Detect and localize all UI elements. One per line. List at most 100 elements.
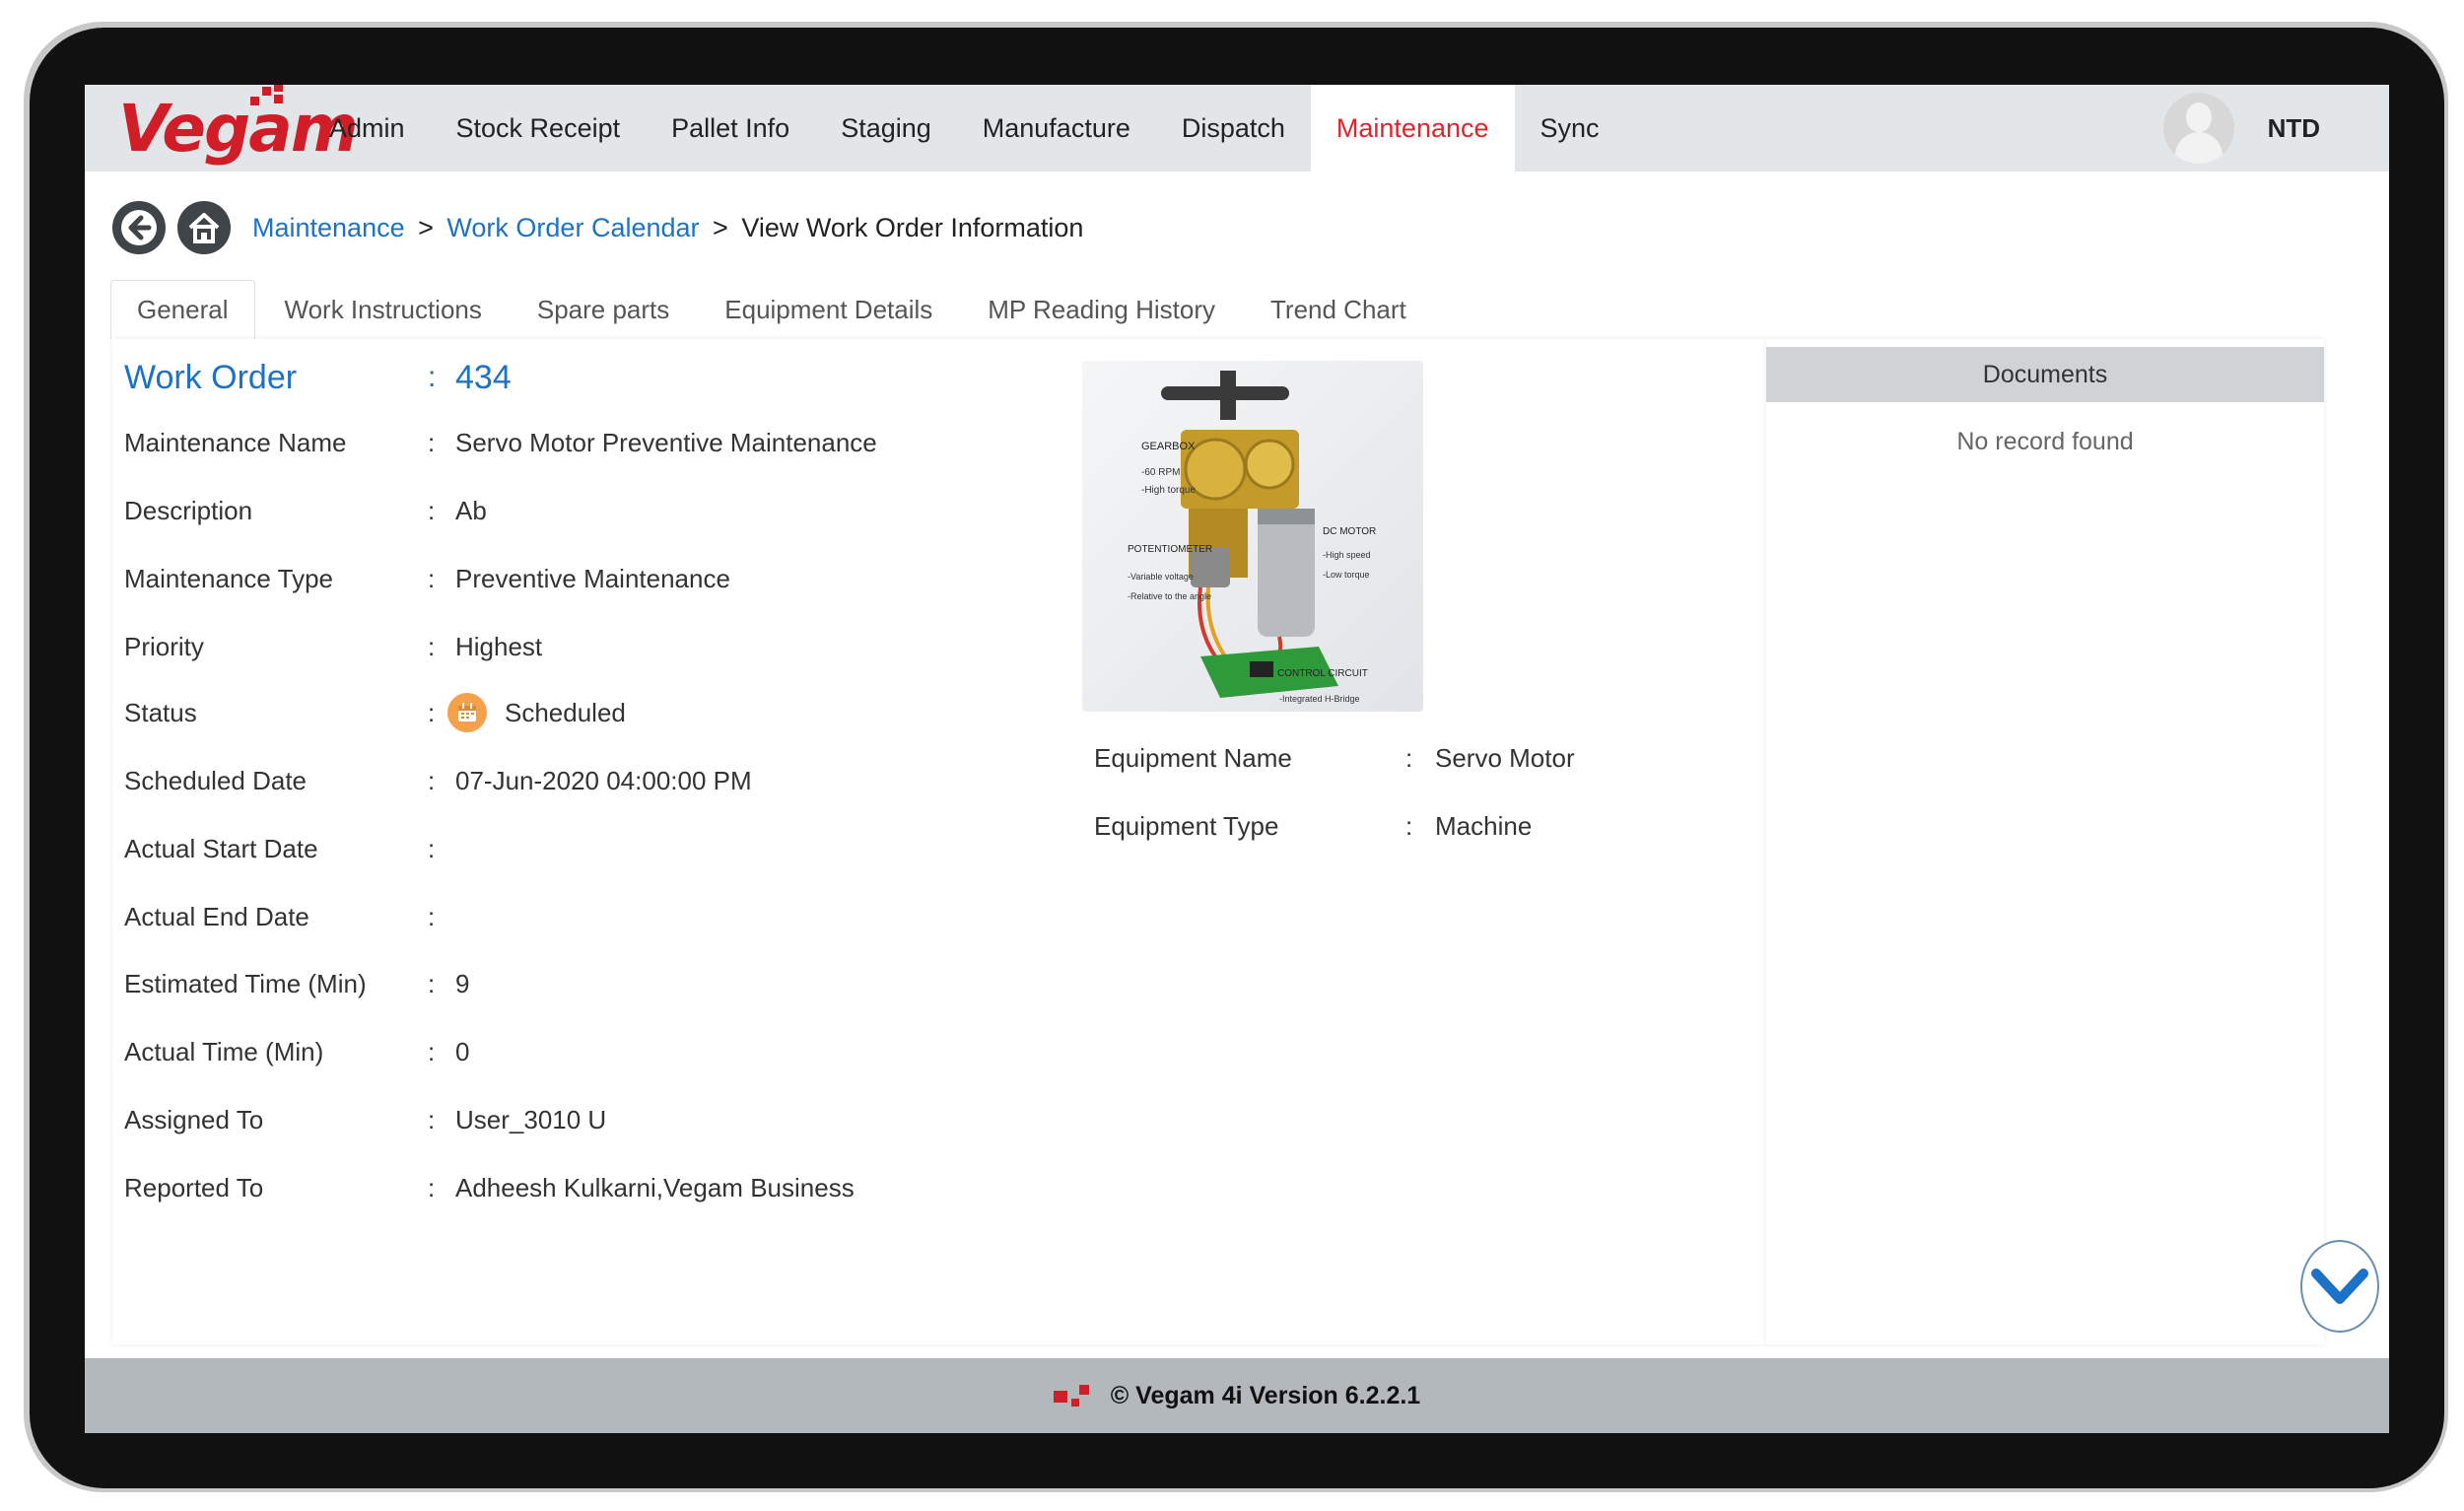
image-label: CONTROL CIRCUIT <box>1277 668 1368 679</box>
field-label: Reported To <box>124 1172 264 1202</box>
field-row: Priority : Highest <box>124 622 542 671</box>
image-label: -Low torque <box>1323 570 1370 580</box>
breadcrumb-current: View Work Order Information <box>741 212 1084 242</box>
field-label: Maintenance Name <box>124 427 347 457</box>
field-row: Actual Start Date : <box>124 824 455 873</box>
image-label: -Integrated H-Bridge <box>1279 694 1360 704</box>
nav-item-staging[interactable]: Staging <box>815 85 957 172</box>
chevron-down-icon[interactable] <box>2300 1240 2379 1333</box>
work-order-label: Work Order <box>124 358 298 396</box>
tab-mp-reading-history[interactable]: MP Reading History <box>962 280 1241 339</box>
field-label: Actual Time (Min) <box>124 1036 324 1066</box>
nav-item-admin[interactable]: Admin <box>304 85 431 172</box>
field-value: Ab <box>455 495 487 525</box>
separator: : <box>428 361 437 393</box>
field-label: Assigned To <box>124 1104 264 1134</box>
breadcrumb-maintenance[interactable]: Maintenance <box>252 213 405 242</box>
field-row-status: Status : Scheduled <box>124 688 626 737</box>
app-screen: Vegam Admin Stock Receipt Pallet Info St… <box>85 85 2389 1433</box>
field-label: Estimated Time (Min) <box>124 968 367 998</box>
field-value: 07-Jun-2020 04:00:00 PM <box>455 765 752 795</box>
field-label: Actual End Date <box>124 901 309 931</box>
separator: : <box>428 563 436 593</box>
separator: : <box>428 631 436 661</box>
footer: © Vegam 4i Version 6.2.2.1 <box>85 1358 2389 1433</box>
tab-bar: General Work Instructions Spare parts Eq… <box>110 280 1436 339</box>
separator: : <box>1405 810 1413 841</box>
breadcrumb: Maintenance > Work Order Calendar > View… <box>252 213 1083 243</box>
field-label: Equipment Type <box>1094 810 1279 841</box>
nav-item-sync[interactable]: Sync <box>1515 85 1625 172</box>
tab-spare-parts[interactable]: Spare parts <box>512 280 695 339</box>
field-row: Estimated Time (Min) : 9 <box>124 959 469 1008</box>
field-label: Maintenance Type <box>124 563 333 593</box>
footer-version-text: © Vegam 4i Version 6.2.2.1 <box>1110 1381 1421 1409</box>
field-value: Preventive Maintenance <box>455 563 730 593</box>
work-order-title-row: Work Order : 434 <box>124 353 512 402</box>
status-value: Scheduled <box>447 693 626 732</box>
field-label: Actual Start Date <box>124 833 318 863</box>
breadcrumb-separator: > <box>713 212 728 242</box>
tab-work-instructions[interactable]: Work Instructions <box>259 280 508 339</box>
image-label: -60 RPM <box>1141 467 1180 478</box>
tab-general[interactable]: General <box>110 280 255 339</box>
separator: : <box>428 833 436 863</box>
logo-dots <box>237 85 296 120</box>
field-row: Description : Ab <box>124 486 487 535</box>
field-value: Servo Motor <box>1435 742 1575 773</box>
field-label: Equipment Name <box>1094 742 1292 773</box>
field-label: Scheduled Date <box>124 765 308 795</box>
tab-trend-chart[interactable]: Trend Chart <box>1245 280 1432 339</box>
separator: : <box>1405 742 1413 773</box>
field-row: Reported To : Adheesh Kulkarni,Vegam Bus… <box>124 1163 855 1212</box>
field-value: 0 <box>455 1036 470 1066</box>
separator: : <box>428 427 436 457</box>
field-value: User_3010 U <box>455 1104 607 1134</box>
field-row: Assigned To : User_3010 U <box>124 1095 606 1144</box>
nav-item-stock-receipt[interactable]: Stock Receipt <box>431 85 647 172</box>
main-nav: Admin Stock Receipt Pallet Info Staging … <box>304 85 1625 172</box>
field-row: Scheduled Date : 07-Jun-2020 04:00:00 PM <box>124 756 752 805</box>
separator: : <box>428 1172 436 1202</box>
equipment-image: GEARBOX -60 RPM -High torque POTENTIOMET… <box>1082 361 1423 712</box>
image-label: -Relative to the angle <box>1128 591 1211 601</box>
equipment-type-row: Equipment Type : Machine <box>1094 801 1532 851</box>
nav-item-maintenance[interactable]: Maintenance <box>1310 85 1515 172</box>
user-avatar-icon[interactable] <box>2162 93 2234 164</box>
image-label: -Variable voltage <box>1128 572 1194 582</box>
nav-item-dispatch[interactable]: Dispatch <box>1156 85 1311 172</box>
breadcrumb-work-order-calendar[interactable]: Work Order Calendar <box>446 213 699 242</box>
user-name[interactable]: NTD <box>2268 113 2320 144</box>
separator: : <box>428 968 436 998</box>
field-row: Maintenance Name : Servo Motor Preventiv… <box>124 418 877 467</box>
vegam-footer-logo <box>1053 1381 1093 1410</box>
documents-empty-text: No record found <box>1956 428 2134 455</box>
field-value: 9 <box>455 968 470 998</box>
field-row: Maintenance Type : Preventive Maintenanc… <box>124 554 730 603</box>
home-icon[interactable] <box>177 201 231 254</box>
separator: : <box>428 901 436 931</box>
nav-item-manufacture[interactable]: Manufacture <box>957 85 1156 172</box>
user-area: NTD <box>2162 85 2320 172</box>
image-label: GEARBOX <box>1141 441 1196 452</box>
status-text: Scheduled <box>505 697 626 727</box>
field-value: Adheesh Kulkarni,Vegam Business <box>455 1172 855 1202</box>
equipment-name-row: Equipment Name : Servo Motor <box>1094 733 1575 783</box>
field-value: Highest <box>455 631 543 661</box>
documents-header: Documents <box>1766 347 2324 402</box>
image-label: -High speed <box>1323 550 1371 560</box>
calendar-icon <box>447 693 487 732</box>
field-label: Status <box>124 697 197 727</box>
field-value: Machine <box>1435 810 1533 841</box>
documents-panel: Documents No record found <box>1766 339 2324 1344</box>
tab-equipment-details[interactable]: Equipment Details <box>699 280 958 339</box>
image-label: POTENTIOMETER <box>1128 544 1212 555</box>
nav-item-pallet-info[interactable]: Pallet Info <box>646 85 815 172</box>
image-label: -High torque <box>1141 485 1196 496</box>
field-label: Priority <box>124 631 204 661</box>
field-row: Actual Time (Min) : 0 <box>124 1027 469 1076</box>
top-navbar: Vegam Admin Stock Receipt Pallet Info St… <box>85 85 2389 172</box>
back-arrow-icon[interactable] <box>112 201 166 254</box>
field-row: Actual End Date : <box>124 892 455 941</box>
separator: : <box>428 1104 436 1134</box>
